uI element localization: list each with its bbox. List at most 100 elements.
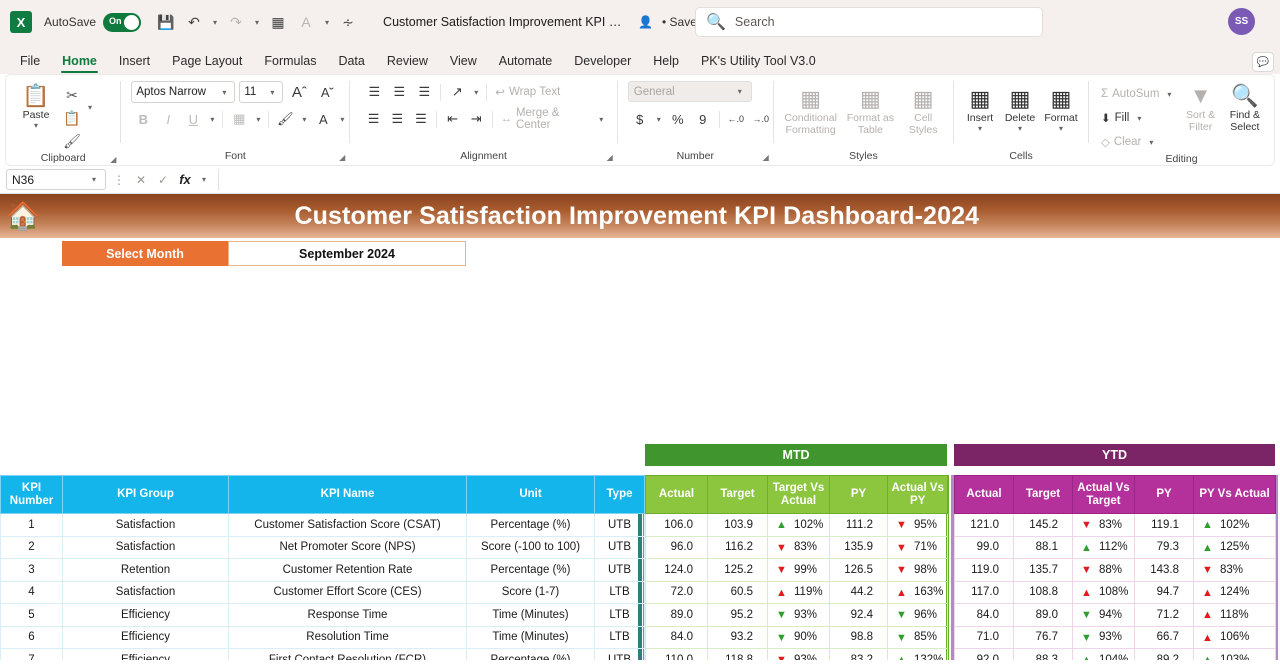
font-name-select[interactable]: Aptos Narrow ▾ [131, 81, 236, 103]
cell-mtd-actual-vs-py[interactable]: ▼ 95% [886, 513, 949, 537]
cell-mtd-actual-vs-py[interactable]: ▼ 85% [886, 625, 949, 649]
cell-kpi-name[interactable]: Customer Satisfaction Score (CSAT) [228, 513, 467, 537]
cell-mtd-actual[interactable]: 89.0 [645, 603, 708, 627]
grow-font-icon[interactable]: Aˆ [287, 81, 311, 103]
cell-ytd-py[interactable]: 89.2 [1134, 648, 1194, 660]
cell-ytd-py[interactable]: 143.8 [1134, 558, 1194, 582]
cell-ytd-py-vs-actual[interactable]: ▲ 125% [1193, 535, 1276, 559]
customize-qat-icon[interactable]: ∻ [335, 9, 361, 35]
table-row[interactable]: 5 Efficiency Response Time Time (Minutes) LT… [0, 603, 645, 627]
cell-mtd-actual-vs-py[interactable]: ▲ 163% [886, 580, 949, 604]
undo-chevron-down-icon[interactable]: ▾ [209, 18, 221, 27]
cell-mtd-target-vs-actual[interactable]: ▲ 102% [767, 513, 830, 537]
share-person-icon[interactable]: 👤 [638, 15, 653, 29]
tab-page-layout[interactable]: Page Layout [162, 50, 252, 74]
clear-chevron-down-icon[interactable]: ▾ [1145, 138, 1157, 147]
align-middle-icon[interactable]: ☰ [387, 81, 411, 103]
cell-unit[interactable]: Percentage (%) [466, 648, 595, 660]
tab-file[interactable]: File [10, 50, 50, 74]
cell-ytd-target[interactable]: 76.7 [1013, 625, 1073, 649]
comments-icon[interactable]: 💬 [1252, 52, 1274, 72]
formula-input[interactable] [218, 169, 1274, 190]
cell-kpi-group[interactable]: Satisfaction [62, 513, 229, 537]
search-box[interactable]: 🔍 Search [695, 7, 1043, 37]
cell-mtd-py[interactable]: 83.2 [829, 648, 888, 660]
cell-ytd-actual-vs-target[interactable]: ▼ 93% [1072, 625, 1135, 649]
percent-style-icon[interactable]: % [666, 108, 690, 130]
tab-developer[interactable]: Developer [564, 50, 641, 74]
cell-kpi-number[interactable]: 6 [0, 625, 63, 649]
table-row[interactable]: 99.0 88.1 ▲ 112% 79.3 ▲ 125% [954, 535, 1276, 559]
cell-mtd-py[interactable]: 98.8 [829, 625, 888, 649]
formula-options-icon[interactable]: ⋮ [110, 173, 128, 187]
underline-button[interactable]: U [181, 108, 205, 130]
insert-cells-button[interactable]: ▦ Insert ▾ [960, 84, 1000, 133]
cell-kpi-number[interactable]: 2 [0, 535, 63, 559]
number-dialog-launcher-icon[interactable]: ◢ [763, 153, 769, 162]
cell-mtd-actual-vs-py[interactable]: ▲ 132% [886, 648, 949, 660]
table-row[interactable]: 6 Efficiency Resolution Time Time (Minutes)… [0, 625, 645, 649]
table-row[interactable]: 2 Satisfaction Net Promoter Score (NPS) Sco… [0, 535, 645, 559]
cell-ytd-target[interactable]: 145.2 [1013, 513, 1073, 537]
cell-ytd-target[interactable]: 108.8 [1013, 580, 1073, 604]
tab-data[interactable]: Data [328, 50, 374, 74]
table-row[interactable]: 124.0 125.2 ▼ 99% 126.5 ▼ 98% [645, 558, 949, 582]
cell-type[interactable]: LTB [594, 625, 645, 649]
select-month-dropdown[interactable]: September 2024 [228, 241, 466, 266]
font-size-select[interactable]: 11 ▾ [239, 81, 284, 103]
autosave-toggle[interactable]: On [103, 12, 142, 32]
cell-kpi-group[interactable]: Satisfaction [62, 580, 229, 604]
header-mtd-target[interactable]: Target [707, 475, 768, 514]
tab-review[interactable]: Review [377, 50, 438, 74]
table-row[interactable]: 84.0 93.2 ▼ 90% 98.8 ▼ 85% [645, 625, 949, 649]
table-row[interactable]: 96.0 116.2 ▼ 83% 135.9 ▼ 71% [645, 535, 949, 559]
header-ytd-target[interactable]: Target [1013, 475, 1073, 514]
cell-kpi-number[interactable]: 3 [0, 558, 63, 582]
format-painter-icon[interactable]: 🖌 [60, 130, 84, 152]
cell-ytd-actual[interactable]: 71.0 [954, 625, 1014, 649]
cell-ytd-py-vs-actual[interactable]: ▲ 118% [1193, 603, 1276, 627]
cell-ytd-target[interactable]: 89.0 [1013, 603, 1073, 627]
cell-type[interactable]: UTB [594, 558, 645, 582]
cell-mtd-target-vs-actual[interactable]: ▼ 83% [767, 535, 830, 559]
cell-mtd-actual-vs-py[interactable]: ▼ 96% [886, 603, 949, 627]
cell-mtd-target-vs-actual[interactable]: ▼ 99% [767, 558, 830, 582]
cell-ytd-py-vs-actual[interactable]: ▲ 102% [1193, 513, 1276, 537]
cell-ytd-actual-vs-target[interactable]: ▲ 112% [1072, 535, 1135, 559]
cell-kpi-name[interactable]: Response Time [228, 603, 467, 627]
cell-mtd-target-vs-actual[interactable]: ▼ 93% [767, 648, 830, 660]
tab-help[interactable]: Help [643, 50, 689, 74]
fx-icon[interactable]: fx [176, 172, 194, 187]
cell-mtd-actual[interactable]: 106.0 [645, 513, 708, 537]
cell-type[interactable]: UTB [594, 648, 645, 660]
header-kpi-name[interactable]: KPI Name [228, 475, 467, 514]
cell-kpi-name[interactable]: Customer Retention Rate [228, 558, 467, 582]
delete-cells-button[interactable]: ▦ Delete ▾ [1000, 84, 1040, 133]
cell-ytd-py-vs-actual[interactable]: ▲ 124% [1193, 580, 1276, 604]
sort-filter-button[interactable]: ▼ Sort & Filter [1179, 81, 1221, 133]
cell-mtd-target[interactable]: 118.8 [707, 648, 768, 660]
cell-kpi-group[interactable]: Efficiency [62, 603, 229, 627]
comma-style-icon[interactable]: 9 [691, 108, 715, 130]
table-row[interactable]: 92.0 88.3 ▲ 104% 89.2 ▲ 103% [954, 648, 1276, 660]
cell-type[interactable]: UTB [594, 535, 645, 559]
cell-mtd-actual[interactable]: 84.0 [645, 625, 708, 649]
shrink-font-icon[interactable]: A˘ [315, 81, 339, 103]
tab-view[interactable]: View [440, 50, 487, 74]
cell-mtd-actual[interactable]: 72.0 [645, 580, 708, 604]
fill-color-chevron-down-icon[interactable]: ▾ [298, 115, 310, 124]
cell-unit[interactable]: Score (1-7) [466, 580, 595, 604]
cell-ytd-py-vs-actual[interactable]: ▼ 83% [1193, 558, 1276, 582]
cell-ytd-target[interactable]: 88.1 [1013, 535, 1073, 559]
format-cells-button[interactable]: ▦ Format ▾ [1040, 84, 1082, 133]
table-row[interactable]: 4 Satisfaction Customer Effort Score (CES)… [0, 580, 645, 604]
cell-ytd-py[interactable]: 66.7 [1134, 625, 1194, 649]
cell-ytd-actual-vs-target[interactable]: ▲ 104% [1072, 648, 1135, 660]
delete-chevron-down-icon[interactable]: ▾ [1014, 124, 1026, 133]
cell-kpi-number[interactable]: 5 [0, 603, 63, 627]
header-ytd-actual-vs-target[interactable]: Actual Vs Target [1072, 475, 1135, 514]
clipboard-chevron-down-icon[interactable]: ▾ [84, 81, 96, 112]
decrease-decimal-icon[interactable]: →.0 [749, 108, 773, 130]
merge-center-button[interactable]: ↔ Merge & Center ▾ [496, 107, 610, 131]
tab-home[interactable]: Home [52, 50, 107, 74]
